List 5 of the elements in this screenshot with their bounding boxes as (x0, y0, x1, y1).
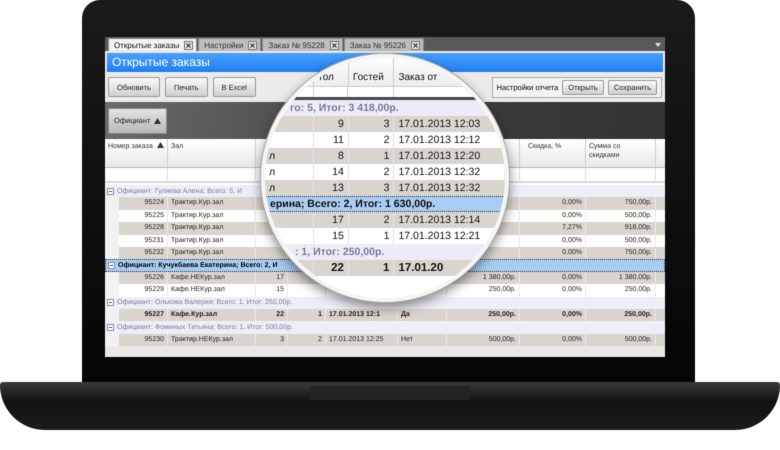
table-cell: 1 (348, 260, 394, 276)
group-label: го: 5, Итог: 3 418,00р. (290, 102, 399, 114)
table-cell: 22 (314, 260, 349, 276)
group-label: : 1, Итог: 250,00р. (295, 246, 384, 258)
group-label: ерина; Всего: 2, Итог: 1 630,00р. (270, 198, 436, 210)
